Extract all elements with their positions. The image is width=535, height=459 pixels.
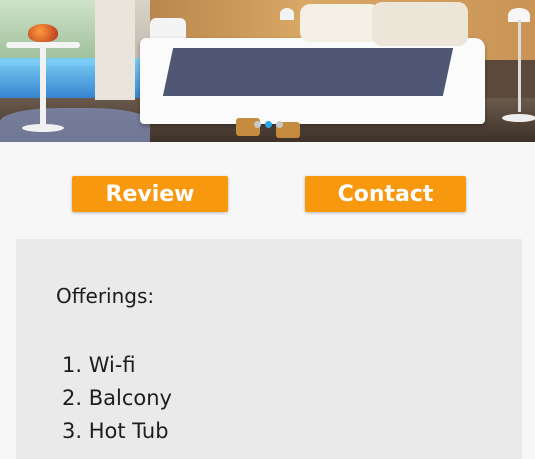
lamp-icon: [280, 8, 294, 20]
carousel-dot-active[interactable]: [265, 121, 272, 128]
floor-lamp-stem: [518, 20, 521, 112]
offering-item: 2. Balcony: [62, 386, 172, 410]
offerings-list: 1. Wi-fi 2. Balcony 3. Hot Tub: [62, 349, 172, 448]
carousel-indicator[interactable]: [254, 121, 283, 128]
floor-lamp-base: [502, 114, 535, 122]
carousel-dot[interactable]: [276, 121, 283, 128]
carousel-dot[interactable]: [254, 121, 261, 128]
side-table-leg: [40, 46, 46, 128]
review-button[interactable]: Review: [72, 176, 228, 212]
room-shelf: [95, 0, 135, 100]
pillow: [372, 2, 468, 46]
offering-item: 3. Hot Tub: [62, 419, 169, 443]
hero-image: [0, 0, 535, 142]
pillow: [300, 4, 380, 42]
offering-item: 1. Wi-fi: [62, 353, 136, 377]
offerings-title: Offerings:: [56, 284, 155, 308]
room-rug: [0, 108, 150, 142]
offerings-panel: Offerings: 1. Wi-fi 2. Balcony 3. Hot Tu…: [16, 239, 522, 459]
contact-button[interactable]: Contact: [305, 176, 466, 212]
bed-blanket: [162, 48, 454, 96]
fruit-bowl: [28, 24, 58, 42]
side-table-base: [22, 124, 64, 132]
